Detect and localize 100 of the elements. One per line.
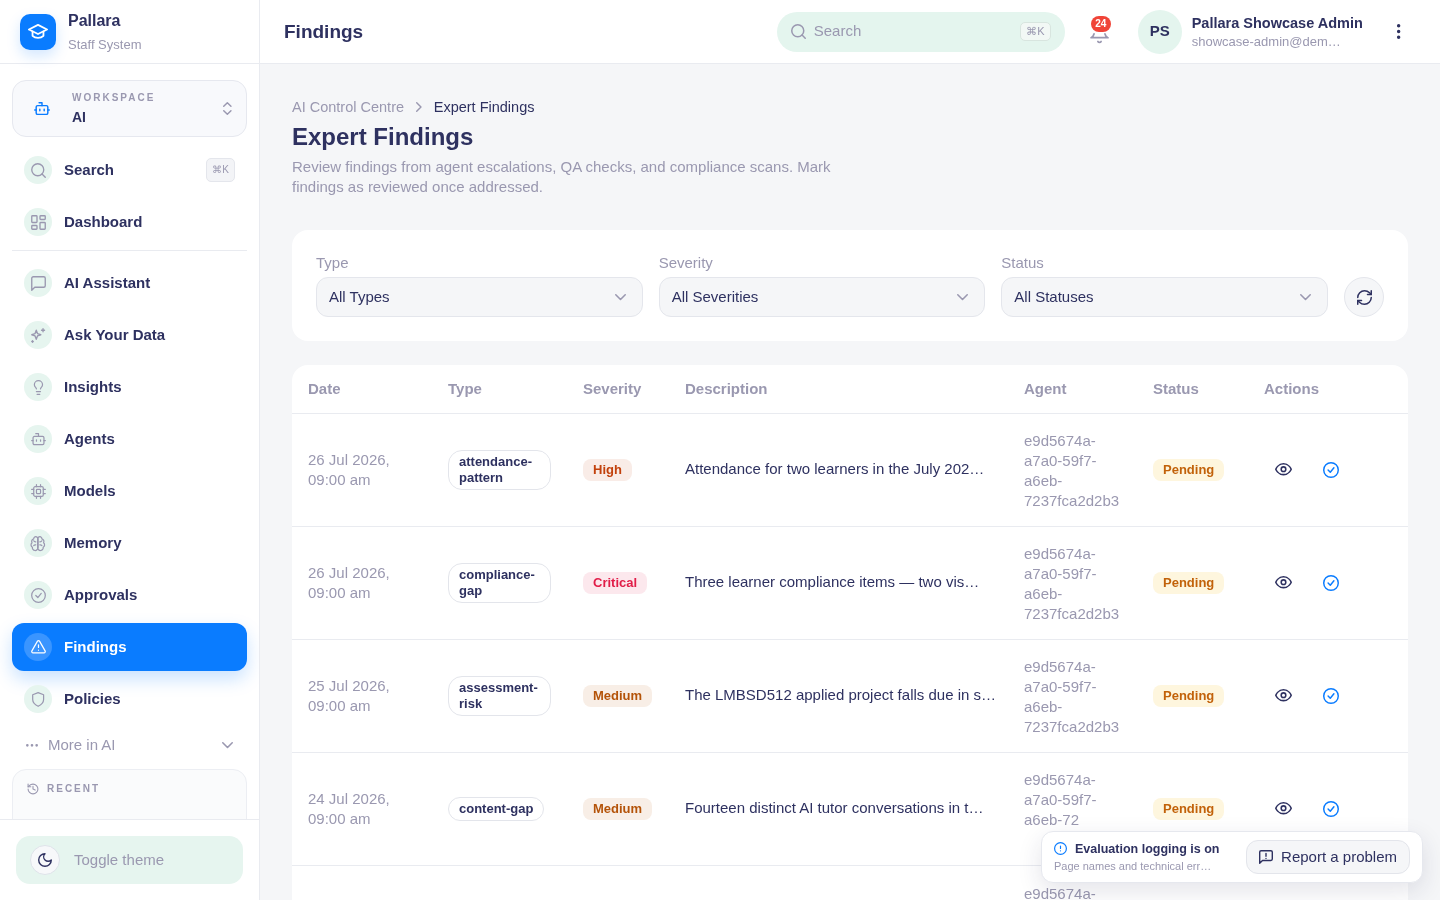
filter-select[interactable]: All Statuses	[1001, 277, 1328, 317]
sidebar-item[interactable]: Ask Your Data	[12, 311, 247, 359]
agent-id: e9d5674a-a7a0-59f7-a6eb-7237fca2d2b3	[1024, 656, 1121, 737]
shield-icon	[24, 685, 52, 713]
eye-icon[interactable]	[1275, 802, 1292, 815]
severity-badge: Medium	[583, 685, 653, 707]
column-header: Date	[292, 365, 432, 413]
column-header: Status	[1137, 365, 1248, 413]
eye-icon[interactable]	[1275, 689, 1292, 702]
warning-icon	[24, 633, 52, 661]
graduation-cap-icon	[20, 13, 56, 50]
column-header: Description	[669, 365, 1008, 413]
eye-icon[interactable]	[1275, 576, 1292, 589]
shortcut-hint: ⌘K	[1020, 22, 1051, 41]
status-badge: Pending	[1153, 572, 1225, 594]
brand-subtitle: Staff System	[68, 35, 142, 53]
column-header: Actions	[1248, 365, 1408, 413]
notification-count: 24	[1090, 15, 1111, 32]
sparkle-icon	[24, 321, 52, 349]
filter-label: Type	[316, 254, 350, 272]
check-circle-icon[interactable]	[1323, 687, 1339, 704]
column-header: Agent	[1008, 365, 1137, 413]
column-header: Severity	[567, 365, 669, 413]
type-tag: compliance-gap	[448, 562, 551, 603]
check-circle-icon[interactable]	[1323, 574, 1339, 591]
column-header: Type	[432, 365, 567, 413]
sidebar-item[interactable]: Agents	[12, 415, 247, 463]
user-email: showcase-admin@dem…	[1191, 32, 1342, 50]
chip-icon	[24, 477, 52, 505]
status-badge: Pending	[1153, 798, 1225, 820]
refresh-button[interactable]	[1344, 277, 1384, 317]
description-text: The LMBSD512 applied project falls due in s…	[685, 686, 996, 704]
check-circle-icon	[24, 581, 52, 609]
sidebar-item[interactable]: Dashboard	[12, 198, 247, 246]
sidebar-item[interactable]: Insights	[12, 363, 247, 411]
search-icon	[24, 156, 52, 184]
sidebar-item[interactable]: Search ⌘K	[12, 146, 247, 194]
dots-icon	[26, 743, 38, 747]
moon-icon	[30, 845, 60, 875]
sidebar-item[interactable]: Memory	[12, 519, 247, 567]
report-problem-button[interactable]: Report a problem	[1246, 840, 1410, 874]
kebab-icon[interactable]	[1396, 24, 1400, 39]
date-text: 26 Jul 2026, 09:00 am	[308, 449, 391, 490]
date-text: 26 Jul 2026, 09:00 am	[308, 562, 391, 603]
agent-id: e9d5674a-a7a0-59f7-a6eb-72	[1024, 769, 1098, 830]
description-text: Fourteen distinct AI tutor conversations in t…	[685, 799, 984, 817]
check-circle-icon[interactable]	[1323, 461, 1339, 478]
refresh-icon	[1356, 289, 1372, 305]
eye-icon[interactable]	[1275, 463, 1292, 476]
type-tag: content-gap	[448, 796, 545, 821]
filter-label: Status	[1001, 254, 1045, 272]
agent-id: e9d5674a-a7a0-59f7-a6eb-7237fca2d2b3	[1024, 430, 1121, 511]
bell-icon[interactable]	[1089, 32, 1109, 44]
description-text: Three learner compliance items — two vis…	[685, 573, 980, 591]
workspace-switcher[interactable]: WORKSPACE AI	[12, 80, 247, 137]
status-badge: Pending	[1153, 459, 1225, 481]
robot-icon	[34, 101, 50, 116]
filter-select[interactable]: All Severities	[658, 277, 986, 317]
date-text: 24 Jul 2026, 09:00 am	[308, 788, 391, 829]
robot-icon	[24, 425, 52, 453]
page-description: Review findings from agent escalations, QA checks, and compliance scans. Mark findings as reviewed once addressed.	[292, 157, 832, 197]
sidebar-item[interactable]: Approvals	[12, 571, 247, 619]
filter-select[interactable]: All Types	[316, 277, 643, 317]
recent-heading: RECENT	[47, 783, 101, 795]
sidebar-item[interactable]: Models	[12, 467, 247, 515]
toast-title: Evaluation logging is on	[1075, 840, 1220, 857]
type-tag: assessment-risk	[448, 675, 551, 716]
user-name: Pallara Showcase Admin	[1191, 13, 1364, 33]
breadcrumb-current: Expert Findings	[433, 98, 535, 117]
sidebar-item[interactable]: Findings	[12, 623, 247, 671]
exclamation-circle-icon	[1054, 842, 1067, 855]
description-text: Attendance for two learners in the July 202…	[685, 460, 985, 478]
chevron-down-icon	[957, 293, 969, 301]
page-title: Expert Findings	[292, 122, 475, 152]
shortcut-hint: ⌘K	[206, 158, 235, 182]
filter-label: Severity	[658, 254, 714, 272]
speech-bubble-icon	[24, 269, 52, 297]
agent-id: e9d5674a-	[1024, 883, 1096, 900]
search-input[interactable]: Search	[813, 20, 1013, 43]
sidebar-item[interactable]: Policies	[12, 675, 247, 723]
sidebar-item[interactable]: AI Assistant	[12, 259, 247, 307]
chevron-up-down-icon	[223, 102, 232, 115]
severity-badge: Critical	[583, 572, 648, 594]
toast-message: Page names and technical err…	[1054, 858, 1213, 874]
search-icon	[790, 24, 806, 39]
agent-id: e9d5674a-a7a0-59f7-a6eb-7237fca2d2b3	[1024, 543, 1121, 624]
brand-name: Pallara	[68, 10, 122, 31]
user-avatar: PS	[1137, 9, 1182, 54]
status-badge: Pending	[1153, 685, 1225, 707]
header-title: Findings	[284, 19, 364, 44]
date-text: 25 Jul 2026, 09:00 am	[308, 675, 391, 716]
severity-badge: Medium	[583, 798, 653, 820]
grid-icon	[24, 208, 52, 236]
chevron-right-icon	[416, 102, 422, 112]
severity-badge: High	[583, 459, 632, 481]
type-tag: attendance-pattern	[448, 449, 551, 490]
check-circle-icon[interactable]	[1323, 800, 1339, 817]
chevron-down-icon	[614, 293, 626, 301]
chevron-down-icon	[1300, 293, 1311, 301]
speech-bubble-icon	[1259, 850, 1274, 864]
